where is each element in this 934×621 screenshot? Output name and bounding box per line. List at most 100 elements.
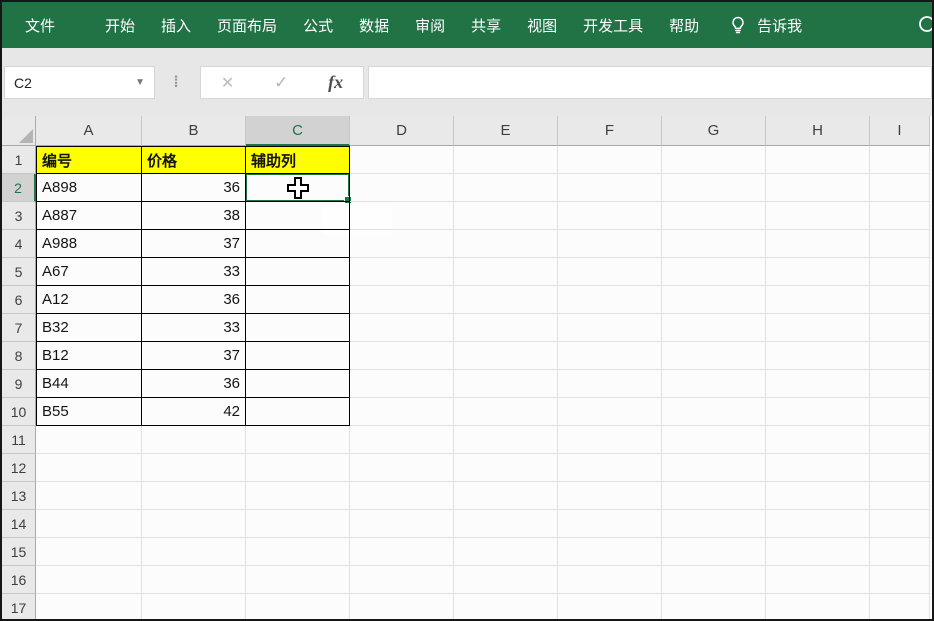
cell-H5[interactable] (766, 258, 870, 286)
cell-A12[interactable] (36, 454, 142, 482)
enter-button[interactable]: ✓ (274, 73, 288, 93)
cell-E5[interactable] (454, 258, 558, 286)
cell-H7[interactable] (766, 314, 870, 342)
row-header-15[interactable]: 15 (2, 538, 36, 566)
cell-F17[interactable] (558, 594, 662, 619)
cell-H3[interactable] (766, 202, 870, 230)
menu-item-developer[interactable]: 开发工具 (570, 15, 656, 36)
cell-G11[interactable] (662, 426, 766, 454)
cell-G15[interactable] (662, 538, 766, 566)
cell-B3[interactable]: 38 (142, 202, 246, 230)
cell-I4[interactable] (870, 230, 930, 258)
cell-F14[interactable] (558, 510, 662, 538)
cell-A6[interactable]: A12 (36, 286, 142, 314)
cell-A2[interactable]: A898 (36, 174, 142, 202)
cell-B9[interactable]: 36 (142, 370, 246, 398)
cell-C6[interactable] (246, 286, 350, 314)
column-header-I[interactable]: I (870, 116, 930, 146)
cell-A8[interactable]: B12 (36, 342, 142, 370)
cell-D16[interactable] (350, 566, 454, 594)
cell-I14[interactable] (870, 510, 930, 538)
row-header-6[interactable]: 6 (2, 286, 36, 314)
cell-F5[interactable] (558, 258, 662, 286)
formula-input[interactable] (368, 66, 932, 99)
row-header-10[interactable]: 10 (2, 398, 36, 426)
row-header-5[interactable]: 5 (2, 258, 36, 286)
cell-D7[interactable] (350, 314, 454, 342)
cell-E9[interactable] (454, 370, 558, 398)
cell-I5[interactable] (870, 258, 930, 286)
cell-C3[interactable] (246, 202, 350, 230)
cell-A10[interactable]: B55 (36, 398, 142, 426)
cell-H16[interactable] (766, 566, 870, 594)
row-header-2[interactable]: 2 (2, 174, 36, 202)
cell-I9[interactable] (870, 370, 930, 398)
cell-A9[interactable]: B44 (36, 370, 142, 398)
cell-B13[interactable] (142, 482, 246, 510)
cell-F13[interactable] (558, 482, 662, 510)
cell-C12[interactable] (246, 454, 350, 482)
row-header-12[interactable]: 12 (2, 454, 36, 482)
cell-D6[interactable] (350, 286, 454, 314)
cell-G4[interactable] (662, 230, 766, 258)
menu-item-page-layout[interactable]: 页面布局 (204, 15, 290, 36)
chevron-down-icon[interactable]: ▼ (135, 77, 145, 88)
cell-A3[interactable]: A887 (36, 202, 142, 230)
cell-H4[interactable] (766, 230, 870, 258)
cell-C11[interactable] (246, 426, 350, 454)
cell-H15[interactable] (766, 538, 870, 566)
row-header-13[interactable]: 13 (2, 482, 36, 510)
cell-C9[interactable] (246, 370, 350, 398)
cancel-button[interactable]: ✕ (221, 73, 234, 93)
menu-item-home[interactable]: 开始 (92, 15, 148, 36)
cell-C16[interactable] (246, 566, 350, 594)
cell-D1[interactable] (350, 146, 454, 174)
cell-A13[interactable] (36, 482, 142, 510)
cell-D12[interactable] (350, 454, 454, 482)
cell-A5[interactable]: A67 (36, 258, 142, 286)
cell-E3[interactable] (454, 202, 558, 230)
cell-F3[interactable] (558, 202, 662, 230)
cell-D8[interactable] (350, 342, 454, 370)
cell-F16[interactable] (558, 566, 662, 594)
cell-A11[interactable] (36, 426, 142, 454)
cell-E1[interactable] (454, 146, 558, 174)
cell-F12[interactable] (558, 454, 662, 482)
cell-C2[interactable] (246, 174, 350, 202)
cell-E17[interactable] (454, 594, 558, 619)
cell-D5[interactable] (350, 258, 454, 286)
cell-I10[interactable] (870, 398, 930, 426)
cell-B12[interactable] (142, 454, 246, 482)
select-all-corner[interactable] (2, 116, 36, 146)
cell-I6[interactable] (870, 286, 930, 314)
cell-H14[interactable] (766, 510, 870, 538)
column-header-B[interactable]: B (142, 116, 246, 146)
column-header-H[interactable]: H (766, 116, 870, 146)
cell-I12[interactable] (870, 454, 930, 482)
cell-D4[interactable] (350, 230, 454, 258)
row-header-4[interactable]: 4 (2, 230, 36, 258)
menu-item-data[interactable]: 数据 (346, 15, 402, 36)
cell-H9[interactable] (766, 370, 870, 398)
cell-H2[interactable] (766, 174, 870, 202)
menu-item-review[interactable]: 审阅 (402, 15, 458, 36)
menu-item-insert[interactable]: 插入 (148, 15, 204, 36)
cell-F7[interactable] (558, 314, 662, 342)
cell-E2[interactable] (454, 174, 558, 202)
drag-handle-dots-icon[interactable]: ⁞ (168, 66, 184, 99)
cell-I7[interactable] (870, 314, 930, 342)
cell-C17[interactable] (246, 594, 350, 619)
column-header-G[interactable]: G (662, 116, 766, 146)
column-header-C[interactable]: C (246, 116, 350, 146)
cell-A4[interactable]: A988 (36, 230, 142, 258)
cell-D3[interactable] (350, 202, 454, 230)
cell-E10[interactable] (454, 398, 558, 426)
cell-I8[interactable] (870, 342, 930, 370)
cell-B10[interactable]: 42 (142, 398, 246, 426)
cell-E16[interactable] (454, 566, 558, 594)
cell-E13[interactable] (454, 482, 558, 510)
cell-D13[interactable] (350, 482, 454, 510)
menu-item-file[interactable]: 文件 (12, 15, 68, 36)
cell-A14[interactable] (36, 510, 142, 538)
cell-G16[interactable] (662, 566, 766, 594)
